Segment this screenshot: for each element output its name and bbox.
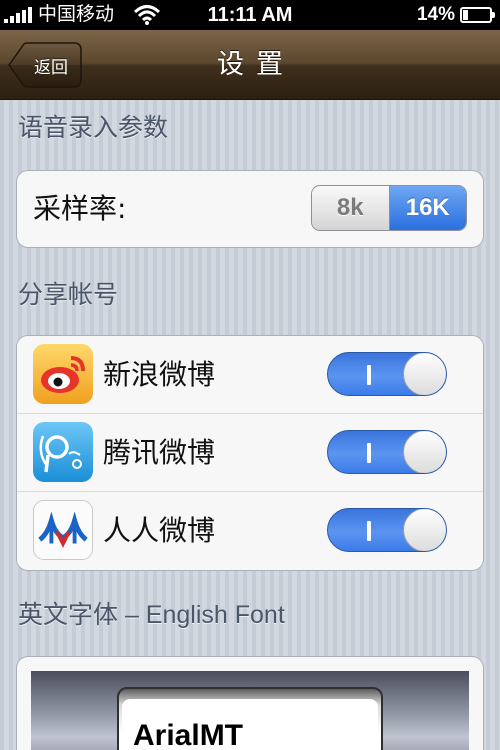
section-header-voice: 语音录入参数 — [18, 113, 169, 142]
sina-weibo-icon — [33, 344, 93, 404]
toggle-renren[interactable] — [327, 508, 447, 552]
section-header-font: 英文字体 – English Font — [18, 601, 285, 629]
font-picker-group: ArialMT — [16, 656, 484, 750]
account-label-tencent: 腾讯微博 — [103, 436, 216, 469]
back-button-label: 返回 — [34, 57, 68, 78]
sample-rate-option-8k[interactable]: 8k — [312, 186, 390, 230]
battery-icon — [460, 7, 495, 23]
account-row-renren: 人人微博 — [17, 492, 483, 570]
font-option-selected[interactable]: ArialMT — [133, 719, 243, 750]
section-header-share: 分享帐号 — [18, 280, 119, 309]
back-button[interactable]: 返回 — [8, 42, 82, 88]
tencent-weibo-icon — [33, 422, 93, 482]
sample-rate-option-16k[interactable]: 16K — [389, 186, 466, 230]
share-accounts-group: 新浪微博 腾讯微博 人人微博 — [16, 335, 484, 571]
sample-rate-segmented-control: 8k 16K — [311, 185, 467, 231]
renren-icon — [33, 500, 93, 560]
account-label-sina: 新浪微博 — [103, 358, 216, 391]
toggle-tencent[interactable] — [327, 430, 447, 474]
account-label-renren: 人人微博 — [103, 514, 216, 547]
font-picker[interactable]: ArialMT — [31, 671, 469, 750]
font-picker-wheel[interactable]: ArialMT — [117, 687, 383, 750]
sample-rate-group: 采样率: 8k 16K — [16, 170, 484, 248]
account-row-tencent: 腾讯微博 — [17, 414, 483, 492]
battery-percent: 14% — [416, 4, 455, 25]
toggle-sina[interactable] — [327, 352, 447, 396]
navigation-bar: 设置 返回 — [0, 30, 500, 100]
status-bar: 中国移动 11:11 AM 14% — [0, 0, 500, 30]
account-row-sina: 新浪微博 — [17, 336, 483, 414]
sample-rate-label: 采样率: — [33, 192, 127, 225]
